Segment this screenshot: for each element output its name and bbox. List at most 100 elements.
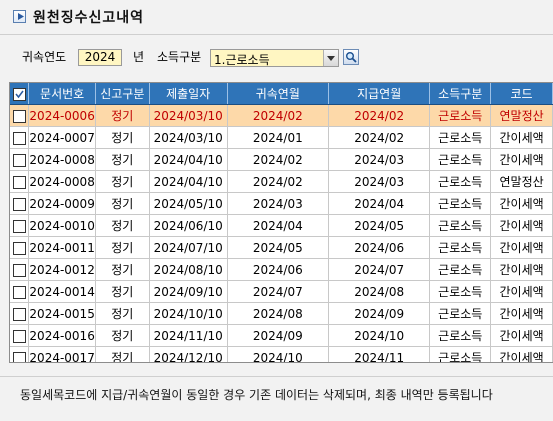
cell-submit-date[interactable]: 2024/07/10	[149, 236, 228, 259]
cell-code[interactable]: 간이세액	[490, 302, 553, 325]
cell-payment-month[interactable]: 2024/08	[328, 280, 431, 303]
cell-payment-month[interactable]: 2024/11	[328, 346, 431, 362]
table-row[interactable]: 2024-0014 정기 2024/09/10 2024/07 2024/08 근로소득 간…	[10, 280, 553, 303]
cell-submit-date[interactable]: 2024/09/10	[149, 280, 228, 303]
cell-doc-no[interactable]: 2024-0009	[28, 192, 96, 215]
cell-income-type[interactable]: 근로소득	[429, 170, 492, 193]
cell-attribution-month[interactable]: 2024/10	[227, 346, 329, 362]
cell-doc-no[interactable]: 2024-0016	[28, 324, 96, 347]
row-checkbox[interactable]	[12, 285, 26, 299]
search-button[interactable]	[343, 49, 359, 65]
cell-attribution-month[interactable]: 2024/05	[227, 236, 329, 259]
row-checkbox[interactable]	[12, 153, 26, 167]
cell-attribution-month[interactable]: 2024/01	[227, 126, 329, 149]
table-row[interactable]: 2024-0017 정기 2024/12/10 2024/10 2024/11 근로소득 간…	[10, 346, 553, 362]
cell-code[interactable]: 간이세액	[490, 126, 553, 149]
table-row[interactable]: 2024-0007 정기 2024/03/10 2024/01 2024/02 근로소득 간…	[10, 126, 553, 149]
cell-payment-month[interactable]: 2024/09	[328, 302, 431, 325]
cell-code[interactable]: 간이세액	[490, 214, 553, 237]
cell-code[interactable]: 간이세액	[490, 280, 553, 303]
table-row[interactable]: 2024-0008 정기 2024/04/10 2024/02 2024/03 근로소득 연…	[10, 170, 553, 193]
cell-attribution-month[interactable]: 2024/08	[227, 302, 329, 325]
row-checkbox[interactable]	[12, 329, 26, 343]
cell-doc-no[interactable]: 2024-0008	[28, 148, 96, 171]
cell-attribution-month[interactable]: 2024/04	[227, 214, 329, 237]
table-row[interactable]: 2024-0008 정기 2024/04/10 2024/02 2024/03 근로소득 간…	[10, 148, 553, 171]
cell-report-type[interactable]: 정기	[95, 258, 150, 281]
col-code[interactable]: 코드	[490, 83, 553, 105]
table-row[interactable]: 2024-0009 정기 2024/05/10 2024/03 2024/04 근로소득 간…	[10, 192, 553, 215]
cell-code[interactable]: 연말정산	[490, 170, 553, 193]
row-checkbox[interactable]	[12, 263, 26, 277]
row-checkbox[interactable]	[12, 131, 26, 145]
cell-income-type[interactable]: 근로소득	[429, 236, 492, 259]
cell-income-type[interactable]: 근로소득	[429, 192, 492, 215]
row-checkbox[interactable]	[12, 175, 26, 189]
col-doc-no[interactable]: 문서번호	[28, 83, 96, 105]
row-checkbox[interactable]	[12, 241, 26, 255]
cell-attribution-month[interactable]: 2024/03	[227, 192, 329, 215]
cell-payment-month[interactable]: 2024/07	[328, 258, 431, 281]
cell-submit-date[interactable]: 2024/08/10	[149, 258, 228, 281]
cell-submit-date[interactable]: 2024/10/10	[149, 302, 228, 325]
cell-income-type[interactable]: 근로소득	[429, 346, 492, 362]
cell-report-type[interactable]: 정기	[95, 324, 150, 347]
cell-submit-date[interactable]: 2024/12/10	[149, 346, 228, 362]
cell-doc-no[interactable]: 2024-0012	[28, 258, 96, 281]
cell-doc-no[interactable]: 2024-0017	[28, 346, 96, 362]
cell-code[interactable]: 간이세액	[490, 346, 553, 362]
cell-doc-no[interactable]: 2024-0006	[28, 104, 96, 127]
col-payment-month[interactable]: 지급연월	[328, 83, 431, 105]
table-row[interactable]: 2024-0016 정기 2024/11/10 2024/09 2024/10 근로소득 간…	[10, 324, 553, 347]
cell-report-type[interactable]: 정기	[95, 302, 150, 325]
cell-submit-date[interactable]: 2024/11/10	[149, 324, 228, 347]
row-checkbox[interactable]	[12, 219, 26, 233]
cell-attribution-month[interactable]: 2024/09	[227, 324, 329, 347]
cell-submit-date[interactable]: 2024/04/10	[149, 170, 228, 193]
cell-payment-month[interactable]: 2024/02	[328, 126, 431, 149]
cell-income-type[interactable]: 근로소득	[429, 126, 492, 149]
cell-income-type[interactable]: 근로소득	[429, 302, 492, 325]
cell-submit-date[interactable]: 2024/04/10	[149, 148, 228, 171]
cell-payment-month[interactable]: 2024/03	[328, 148, 431, 171]
cell-report-type[interactable]: 정기	[95, 214, 150, 237]
cell-attribution-month[interactable]: 2024/07	[227, 280, 329, 303]
cell-code[interactable]: 간이세액	[490, 192, 553, 215]
cell-report-type[interactable]: 정기	[95, 280, 150, 303]
table-row[interactable]: 2024-0012 정기 2024/08/10 2024/06 2024/07 근로소득 간…	[10, 258, 553, 281]
cell-submit-date[interactable]: 2024/05/10	[149, 192, 228, 215]
cell-doc-no[interactable]: 2024-0008	[28, 170, 96, 193]
cell-code[interactable]: 간이세액	[490, 324, 553, 347]
cell-report-type[interactable]: 정기	[95, 170, 150, 193]
cell-submit-date[interactable]: 2024/06/10	[149, 214, 228, 237]
cell-doc-no[interactable]: 2024-0007	[28, 126, 96, 149]
chevron-down-icon[interactable]	[323, 50, 338, 66]
cell-attribution-month[interactable]: 2024/02	[227, 104, 329, 127]
cell-payment-month[interactable]: 2024/02	[328, 104, 431, 127]
cell-income-type[interactable]: 근로소득	[429, 104, 492, 127]
cell-report-type[interactable]: 정기	[95, 148, 150, 171]
select-all-header[interactable]	[10, 83, 30, 105]
row-checkbox[interactable]	[12, 307, 26, 321]
cell-payment-month[interactable]: 2024/10	[328, 324, 431, 347]
cell-attribution-month[interactable]: 2024/02	[227, 148, 329, 171]
cell-doc-no[interactable]: 2024-0015	[28, 302, 96, 325]
cell-income-type[interactable]: 근로소득	[429, 258, 492, 281]
row-checkbox[interactable]	[12, 197, 26, 211]
cell-attribution-month[interactable]: 2024/06	[227, 258, 329, 281]
cell-code[interactable]: 간이세액	[490, 258, 553, 281]
year-input[interactable]: 2024	[78, 49, 122, 66]
table-row[interactable]: 2024-0006 정기 2024/03/10 2024/02 2024/02 근로소득 연…	[10, 104, 553, 127]
cell-report-type[interactable]: 정기	[95, 346, 150, 362]
cell-code[interactable]: 간이세액	[490, 148, 553, 171]
table-row[interactable]: 2024-0011 정기 2024/07/10 2024/05 2024/06 근로소득 간…	[10, 236, 553, 259]
income-type-select[interactable]: 1.근로소득	[210, 49, 339, 67]
cell-doc-no[interactable]: 2024-0010	[28, 214, 96, 237]
cell-payment-month[interactable]: 2024/04	[328, 192, 431, 215]
cell-payment-month[interactable]: 2024/06	[328, 236, 431, 259]
row-checkbox[interactable]	[12, 351, 26, 362]
col-report-type[interactable]: 신고구분	[95, 83, 150, 105]
table-row[interactable]: 2024-0010 정기 2024/06/10 2024/04 2024/05 근로소득 간…	[10, 214, 553, 237]
col-income-type[interactable]: 소득구분	[429, 83, 492, 105]
cell-income-type[interactable]: 근로소득	[429, 148, 492, 171]
